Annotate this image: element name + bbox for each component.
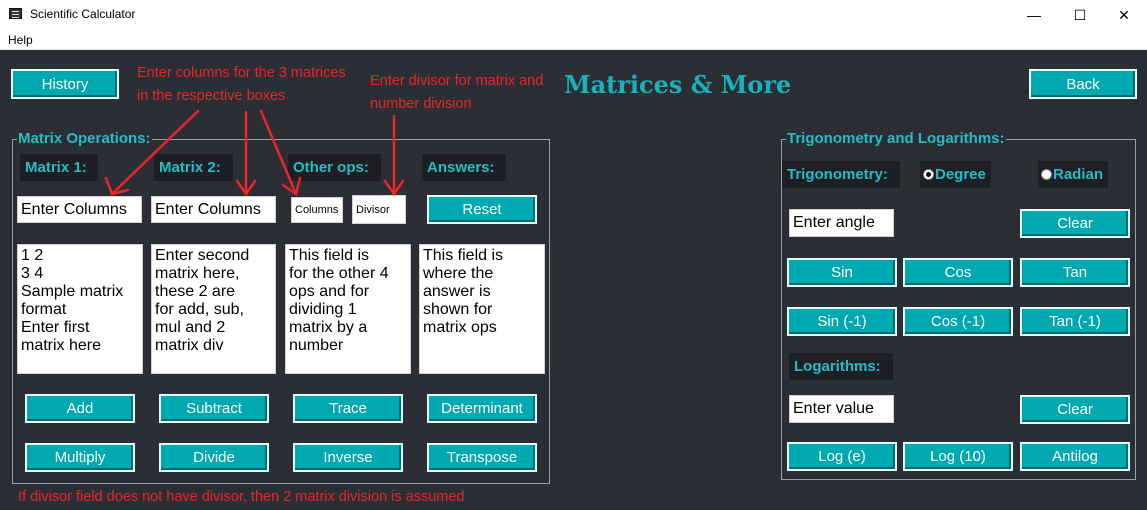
tan-button[interactable]: Tan [1020, 258, 1130, 287]
page-title: Matrices & More [564, 70, 792, 99]
window-title: Scientific Calculator [30, 7, 136, 21]
columns-annotation-line2: in the respective boxes [137, 88, 286, 104]
arctan-button[interactable]: Tan (-1) [1020, 307, 1130, 336]
trace-button[interactable]: Trace [293, 394, 403, 423]
degree-radio-label: Degree [935, 166, 986, 183]
transpose-button[interactable]: Transpose [427, 443, 537, 472]
menu-help[interactable]: Help [8, 33, 33, 47]
trig-log-label: Trigonometry and Logarithms: [786, 130, 1006, 147]
clear-value-button[interactable]: Clear [1020, 395, 1130, 424]
inverse-button[interactable]: Inverse [293, 443, 403, 472]
title-bar: Scientific Calculator — ☐ ✕ [0, 0, 1147, 30]
trigonometry-label: Trigonometry: [782, 161, 900, 188]
history-button[interactable]: History [11, 69, 119, 99]
radian-radio[interactable]: Radian [1038, 161, 1109, 188]
matrix1-columns-input[interactable]: Enter Columns [17, 196, 142, 223]
arcsin-button[interactable]: Sin (-1) [787, 307, 897, 336]
matrix1-label: Matrix 1: [20, 154, 98, 181]
divisor-annotation-line2: number division [370, 96, 472, 112]
divisor-annotation-line1: Enter divisor for matrix and [370, 73, 544, 89]
other-columns-input[interactable]: Columns [291, 197, 343, 223]
angle-input[interactable]: Enter angle [789, 209, 894, 237]
log-e-button[interactable]: Log (e) [787, 442, 897, 471]
determinant-button[interactable]: Determinant [427, 394, 537, 423]
answers-label: Answers: [422, 154, 506, 181]
answer-textarea[interactable]: This field is where the answer is shown … [419, 244, 545, 374]
reset-button[interactable]: Reset [427, 195, 537, 224]
matrix-operations-label: Matrix Operations: [17, 130, 152, 147]
cos-button[interactable]: Cos [903, 258, 1013, 287]
calculator-app-icon [9, 8, 22, 19]
arccos-button[interactable]: Cos (-1) [903, 307, 1013, 336]
degree-radio-dot[interactable] [923, 169, 934, 180]
columns-annotation: Enter columns for the 3 matrices in the … [137, 62, 346, 108]
back-button[interactable]: Back [1029, 69, 1137, 99]
footer-annotation: If divisor field does not have divisor, … [18, 489, 465, 505]
other-ops-textarea[interactable]: This field is for the other 4 ops and fo… [285, 244, 411, 374]
sin-button[interactable]: Sin [787, 258, 897, 287]
multiply-button[interactable]: Multiply [25, 443, 135, 472]
maximize-button[interactable]: ☐ [1057, 0, 1103, 30]
menu-bar: Help [0, 30, 1147, 50]
antilog-button[interactable]: Antilog [1020, 442, 1130, 471]
divide-button[interactable]: Divide [159, 443, 269, 472]
clear-angle-button[interactable]: Clear [1020, 209, 1130, 238]
matrix2-textarea[interactable]: Enter second matrix here, these 2 are fo… [151, 244, 276, 374]
minimize-button[interactable]: — [1011, 0, 1057, 30]
divisor-input[interactable]: Divisor [352, 195, 406, 224]
matrix1-textarea[interactable]: 1 2 3 4 Sample matrix format Enter first… [17, 244, 143, 374]
subtract-button[interactable]: Subtract [159, 394, 269, 423]
add-button[interactable]: Add [25, 394, 135, 423]
matrix2-columns-input[interactable]: Enter Columns [151, 196, 276, 223]
other-ops-label: Other ops: [288, 154, 381, 181]
logarithms-label: Logarithms: [789, 353, 893, 380]
log-10-button[interactable]: Log (10) [903, 442, 1013, 471]
divisor-annotation: Enter divisor for matrix and number divi… [370, 70, 543, 116]
close-button[interactable]: ✕ [1101, 0, 1147, 30]
log-value-input[interactable]: Enter value [789, 395, 894, 423]
radian-radio-dot[interactable] [1041, 169, 1052, 180]
radian-radio-label: Radian [1053, 166, 1104, 183]
columns-annotation-line1: Enter columns for the 3 matrices [137, 65, 346, 81]
matrix2-label: Matrix 2: [154, 154, 233, 181]
degree-radio[interactable]: Degree [920, 161, 991, 188]
